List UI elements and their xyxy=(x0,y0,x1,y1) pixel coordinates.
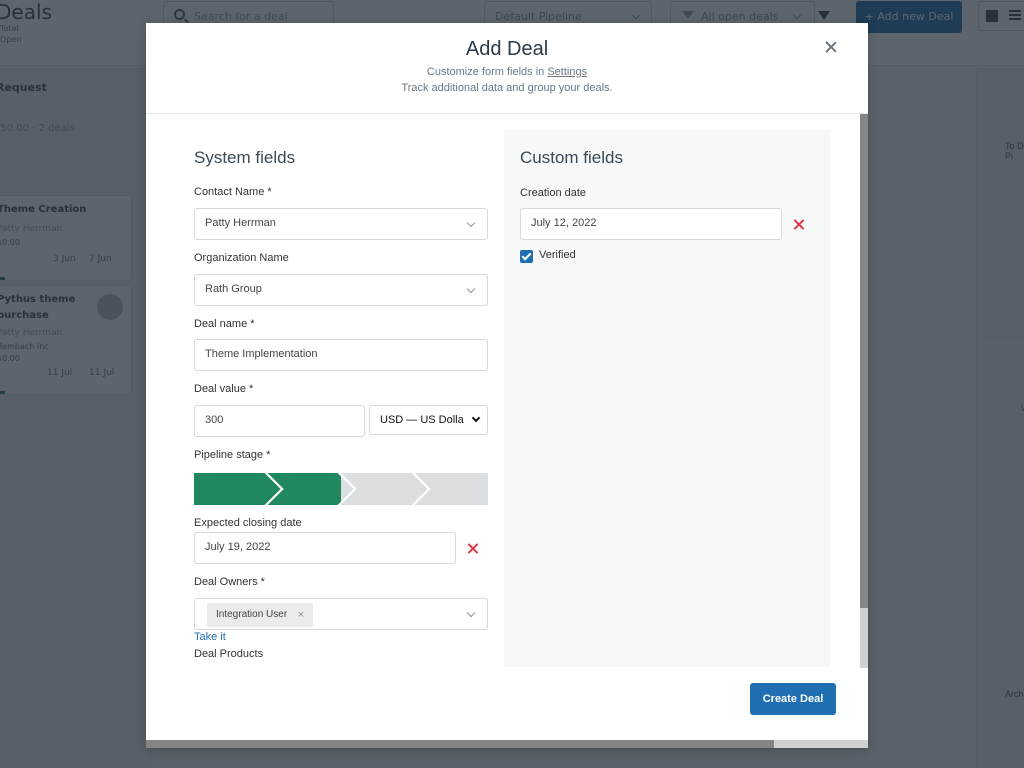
deal-value-value: 300 xyxy=(205,414,224,426)
custom-fields-panel: Custom fields Creation date July 12, 202… xyxy=(504,130,830,667)
modal-subtitle-2: Track additional data and group your dea… xyxy=(401,82,613,94)
deal-owners-label: Deal Owners * xyxy=(194,576,265,588)
modal-title: Add Deal xyxy=(465,38,549,60)
expected-closing-date-value: July 19, 2022 xyxy=(205,541,271,553)
deal-name-label: Deal name * xyxy=(194,318,255,330)
deal-name-input[interactable]: Theme Implementation xyxy=(194,339,488,371)
system-fields-heading: System fields xyxy=(194,148,296,167)
expected-closing-date-input[interactable]: July 19, 2022 xyxy=(194,532,456,564)
add-deal-modal: Add Deal Customize form fields in Settin… xyxy=(146,23,868,748)
close-icon[interactable] xyxy=(822,39,840,57)
owner-tag-label: Integration User xyxy=(216,609,288,620)
chevron-down-icon xyxy=(466,284,476,294)
settings-link[interactable]: Settings xyxy=(547,66,587,78)
deal-owners-select[interactable]: Integration User × xyxy=(194,598,488,630)
deal-value-input[interactable]: 300 xyxy=(194,405,365,437)
horizontal-scrollbar-thumb[interactable] xyxy=(146,740,774,748)
take-it-link[interactable]: Take it xyxy=(194,631,226,643)
clear-creation-date-icon[interactable] xyxy=(792,218,806,232)
pipeline-stage-1[interactable] xyxy=(194,473,284,505)
modal-header: Add Deal Customize form fields in Settin… xyxy=(146,23,868,114)
chevron-down-icon xyxy=(466,218,476,228)
creation-date-input[interactable]: July 12, 2022 xyxy=(520,208,782,240)
chevron-down-icon xyxy=(466,608,476,618)
clear-closing-date-icon[interactable] xyxy=(466,542,480,556)
organization-name-label: Organization Name xyxy=(194,252,289,264)
deal-value-label: Deal value * xyxy=(194,383,254,395)
contact-name-value: Patty Herrman xyxy=(205,217,276,229)
pipeline-stage-label: Pipeline stage * xyxy=(194,449,271,461)
currency-value: USD — US Dollar xyxy=(380,414,464,426)
chevron-down-icon xyxy=(471,413,481,423)
custom-fields-heading: Custom fields xyxy=(520,148,623,167)
verified-checkbox[interactable] xyxy=(520,250,533,263)
owner-tag: Integration User × xyxy=(207,603,314,627)
verified-label: Verified xyxy=(539,249,576,261)
deal-name-value: Theme Implementation xyxy=(205,348,318,360)
pipeline-stage-selector[interactable] xyxy=(194,473,488,505)
remove-owner-icon[interactable]: × xyxy=(298,603,304,627)
contact-name-select[interactable]: Patty Herrman xyxy=(194,208,488,240)
create-deal-button[interactable]: Create Deal xyxy=(750,683,836,715)
currency-select[interactable]: USD — US Dollar xyxy=(369,405,488,435)
creation-date-value: July 12, 2022 xyxy=(531,217,597,229)
modal-subtitle: Customize form fields in Settings xyxy=(146,66,868,78)
organization-name-value: Rath Group xyxy=(205,283,262,295)
expected-closing-date-label: Expected closing date xyxy=(194,517,302,529)
deal-products-label: Deal Products xyxy=(194,648,264,660)
contact-name-label: Contact Name * xyxy=(194,186,272,198)
organization-name-select[interactable]: Rath Group xyxy=(194,274,488,306)
subtitle-text: Customize form fields in xyxy=(426,66,548,78)
vertical-scrollbar-thumb[interactable] xyxy=(860,114,868,608)
creation-date-label: Creation date xyxy=(520,187,587,199)
